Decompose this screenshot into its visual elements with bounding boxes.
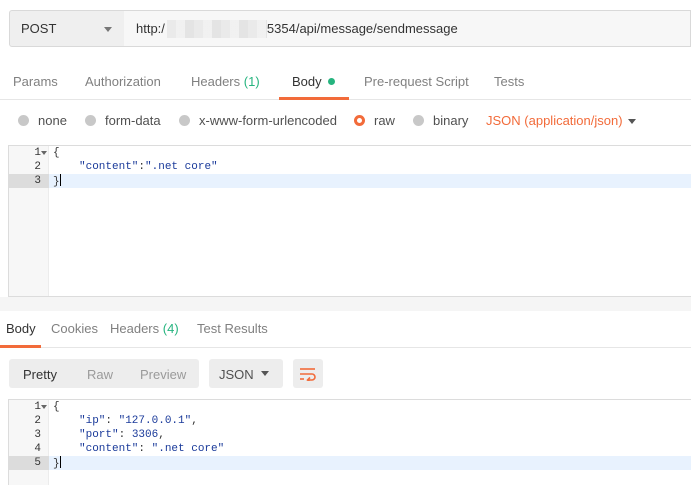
json-value: 3306 [131, 429, 159, 441]
code-text: } [53, 456, 61, 470]
request-body-editor[interactable]: 1 { 2 "content":".net core" 3 } [8, 145, 691, 297]
json-key: "ip" [79, 415, 106, 427]
json-value: ".net core" [151, 443, 225, 455]
radio-form-data[interactable]: form-data [85, 113, 161, 128]
code-line: 1 { [9, 146, 691, 160]
radio-form-data-label: form-data [105, 113, 161, 128]
tab-authorization[interactable]: Authorization [85, 74, 161, 89]
json-key: "content" [79, 161, 139, 173]
body-type-selector: none form-data x-www-form-urlencoded raw… [0, 101, 691, 141]
radio-urlencoded-label: x-www-form-urlencoded [199, 113, 337, 128]
content-type-select[interactable]: JSON (application/json) [486, 113, 623, 128]
tab-tests[interactable]: Tests [494, 74, 524, 89]
tab-headers-label: Headers [191, 74, 241, 89]
method-label: POST [21, 21, 57, 36]
radio-binary-label: binary [433, 113, 469, 128]
code-line-active: 3 } [9, 174, 691, 188]
url-prefix: http:/ [136, 21, 165, 36]
code-line-active: 5 } [9, 456, 691, 470]
wrap-lines-button[interactable] [293, 359, 323, 388]
line-number: 3 [34, 429, 41, 441]
text-cursor [59, 456, 61, 468]
resp-tab-headers-label: Headers [110, 321, 160, 336]
active-tab-indicator [0, 345, 41, 348]
code-line: 4 "content": ".net core" [9, 442, 691, 456]
wrap-lines-icon [300, 367, 316, 381]
headers-count: (1) [243, 74, 260, 89]
active-tab-indicator [279, 97, 349, 100]
pretty-button[interactable]: Pretty [23, 367, 57, 382]
response-toolbar: Pretty Raw Preview JSON [0, 349, 691, 399]
json-value: ".net core" [145, 161, 218, 173]
radio-circle [18, 115, 29, 126]
code-text: } [53, 174, 61, 188]
json-key: "port" [79, 429, 119, 441]
body-indicator-dot [327, 78, 335, 85]
response-body-viewer[interactable]: 1 { 2 "ip": "127.0.0.1", 3 "port": 3306,… [8, 399, 691, 485]
resp-tab-cookies[interactable]: Cookies [51, 321, 98, 336]
resp-tab-body[interactable]: Body [6, 321, 36, 336]
fold-caret-icon[interactable] [41, 151, 47, 155]
code-text: "content": ".net core" [79, 443, 225, 455]
method-select[interactable]: POST [9, 10, 125, 47]
tab-prerequest-script[interactable]: Pre-request Script [364, 74, 469, 89]
chevron-down-icon[interactable] [628, 119, 636, 124]
code-line: 3 "port": 3306, [9, 428, 691, 442]
fold-caret-icon[interactable] [41, 405, 47, 409]
line-number: 2 [34, 161, 41, 173]
url-bar: POST http:/ 5354/api/message/sendmessage [0, 0, 691, 58]
radio-urlencoded[interactable]: x-www-form-urlencoded [179, 113, 337, 128]
chevron-down-icon [104, 27, 112, 32]
text-cursor [59, 174, 61, 186]
resp-headers-count: (4) [162, 321, 179, 336]
line-number: 4 [34, 443, 41, 455]
redacted-host [166, 19, 267, 38]
code-text: "port": 3306, [79, 429, 165, 441]
radio-circle [179, 115, 190, 126]
format-label: JSON [219, 367, 254, 382]
tab-body[interactable]: Body [292, 74, 335, 89]
section-divider [0, 297, 691, 311]
json-value: "127.0.0.1" [118, 415, 192, 427]
radio-binary[interactable]: binary [413, 113, 468, 128]
url-suffix: 5354/api/message/sendmessage [266, 21, 458, 36]
chevron-down-icon [261, 371, 269, 376]
request-tabs: Params Authorization Headers (1) Body Pr… [0, 64, 691, 100]
url-input[interactable]: http:/ 5354/api/message/sendmessage [124, 10, 691, 47]
tab-headers[interactable]: Headers (1) [191, 74, 260, 89]
json-key: "content" [79, 443, 139, 455]
closing-brace: } [53, 176, 60, 188]
resp-tab-headers[interactable]: Headers (4) [110, 321, 179, 336]
code-text: "content":".net core" [79, 160, 218, 174]
radio-raw[interactable]: raw [354, 113, 395, 128]
tab-body-label: Body [292, 74, 322, 89]
line-number: 2 [34, 415, 41, 427]
code-text: { [53, 147, 60, 159]
radio-circle [85, 115, 96, 126]
line-number: 5 [9, 456, 49, 470]
closing-brace: } [53, 458, 60, 470]
code-line: 2 "content":".net core" [9, 160, 691, 174]
code-text: { [53, 401, 60, 413]
radio-circle [413, 115, 424, 126]
code-line: 1 { [9, 400, 691, 414]
code-line: 2 "ip": "127.0.0.1", [9, 414, 691, 428]
response-tabs: Body Cookies Headers (4) Test Results [0, 311, 691, 348]
radio-none[interactable]: none [18, 113, 67, 128]
tab-params[interactable]: Params [13, 74, 58, 89]
radio-none-label: none [38, 113, 67, 128]
raw-button[interactable]: Raw [87, 367, 113, 382]
radio-raw-label: raw [374, 113, 395, 128]
radio-circle-selected [354, 115, 365, 126]
line-number: 3 [9, 174, 49, 188]
code-text: "ip": "127.0.0.1", [79, 415, 198, 427]
view-mode-segmented: Pretty Raw Preview [9, 359, 199, 388]
preview-button[interactable]: Preview [140, 367, 186, 382]
response-format-select[interactable]: JSON [209, 359, 283, 388]
resp-tab-test-results[interactable]: Test Results [197, 321, 268, 336]
